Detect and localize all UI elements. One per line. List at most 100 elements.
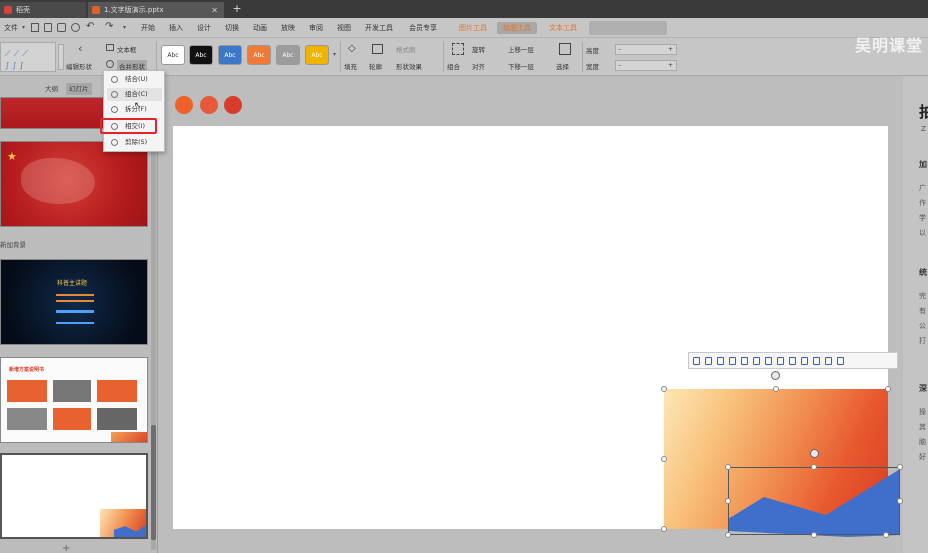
resize-handle[interactable] [725, 532, 731, 538]
rotate-handle[interactable] [771, 371, 780, 380]
thumb-line [56, 310, 94, 313]
menu-review[interactable]: 审阅 [307, 22, 325, 34]
close-icon[interactable]: ✕ [211, 6, 218, 15]
style-swatch-1[interactable]: Abc [161, 45, 185, 65]
menu-slideshow[interactable]: 放映 [279, 22, 297, 34]
align-left-icon[interactable] [693, 356, 700, 365]
separator [443, 42, 444, 72]
resize-handle[interactable] [811, 532, 817, 538]
menu-item-union[interactable]: 结合(U) [107, 73, 162, 86]
save-icon[interactable] [31, 23, 39, 32]
textbox-icon [106, 44, 114, 51]
distribute-vertical-icon[interactable] [777, 356, 784, 365]
menu-member[interactable]: 会员专享 [407, 22, 439, 34]
align-center-icon[interactable] [705, 356, 712, 365]
menu-item-subtract[interactable]: 剪除(S) [107, 136, 162, 149]
rotate-button[interactable]: 旋转 [472, 44, 485, 54]
add-tab-button[interactable]: + [230, 2, 244, 16]
resize-handle[interactable] [811, 464, 817, 470]
tab-slides[interactable]: 幻灯片 [66, 83, 92, 95]
pane-line: 公 [919, 322, 926, 330]
accent-dot-1 [175, 96, 193, 114]
resize-handle[interactable] [897, 498, 903, 504]
resize-handle[interactable] [773, 386, 779, 392]
chevron-down-icon[interactable]: ▾ [333, 51, 336, 58]
rotate-handle[interactable] [810, 449, 819, 458]
tab-pptx-file[interactable]: 1.文字版演示.pptx ✕ [88, 2, 224, 18]
style-swatch-3[interactable]: Abc [218, 45, 242, 65]
fill-button[interactable]: 填充 [344, 61, 357, 71]
width-input[interactable]: – + [615, 60, 677, 71]
resize-handle[interactable] [883, 532, 889, 538]
menu-insert[interactable]: 插入 [167, 22, 185, 34]
undo-icon[interactable]: ↶ [86, 21, 94, 32]
tab-outline[interactable]: 大纲 [42, 83, 61, 95]
export-icon[interactable] [44, 23, 52, 32]
align-right-icon[interactable] [717, 356, 724, 365]
menu-view[interactable]: 视图 [335, 22, 353, 34]
align-button[interactable]: 对齐 [472, 61, 485, 71]
height-input[interactable]: – + [615, 44, 677, 55]
group-button[interactable]: 组合 [447, 61, 460, 71]
resize-handle[interactable] [725, 464, 731, 470]
style-swatch-6[interactable]: Abc [305, 45, 329, 65]
equal-width-icon[interactable] [801, 356, 808, 365]
chevron-down-icon[interactable]: ▾ [123, 24, 126, 31]
align-bottom-icon[interactable] [753, 356, 760, 365]
pin-icon[interactable] [825, 356, 832, 365]
align-slide-icon[interactable] [789, 356, 796, 365]
edit-shape-button[interactable]: 编辑形状 [66, 61, 92, 71]
menu-animation[interactable]: 动画 [251, 22, 269, 34]
scrollbar-thumb[interactable] [151, 425, 156, 540]
ppt-icon [92, 6, 100, 14]
print-icon[interactable] [57, 23, 66, 32]
search-box[interactable] [589, 21, 667, 35]
more-icon[interactable] [837, 356, 844, 365]
bring-forward-button[interactable]: 上移一层 [508, 44, 534, 54]
width-label: 宽度 [586, 63, 599, 71]
menu-home[interactable]: 开始 [139, 22, 157, 34]
menu-design[interactable]: 设计 [195, 22, 213, 34]
format-painter-button[interactable]: 格式刷 [396, 44, 416, 54]
resize-handle[interactable] [661, 526, 667, 532]
tab-drawing-tools[interactable]: 绘图工具 [497, 22, 537, 34]
pane-line: 广 [919, 184, 926, 192]
gallery-scroll[interactable] [58, 44, 64, 70]
menu-file[interactable]: 文件 [2, 22, 20, 34]
align-middle-icon[interactable] [741, 356, 748, 365]
slide-thumbnail-3[interactable]: 科普主讲题 [0, 259, 148, 345]
align-top-icon[interactable] [729, 356, 736, 365]
select-button[interactable]: 选择 [556, 61, 569, 71]
tab-text-tools[interactable]: 文本工具 [547, 22, 579, 34]
slide-thumbnail-4[interactable]: 新增方案说明书 [0, 357, 148, 443]
menu-transition[interactable]: 切换 [223, 22, 241, 34]
menu-developer[interactable]: 开发工具 [363, 22, 395, 34]
swatch-label: Abc [224, 52, 236, 59]
style-swatch-2[interactable]: Abc [189, 45, 213, 65]
outline-button[interactable]: 轮廓 [369, 61, 382, 71]
style-swatch-4[interactable]: Abc [247, 45, 271, 65]
add-slide-icon[interactable]: + [62, 543, 70, 553]
resize-handle[interactable] [661, 456, 667, 462]
slide-thumbnail-5-selected[interactable] [0, 453, 148, 539]
resize-handle[interactable] [725, 498, 731, 504]
thumb-corner [111, 432, 147, 442]
resize-handle[interactable] [885, 386, 891, 392]
tab-picture-tools[interactable]: 图片工具 [457, 22, 489, 34]
style-swatch-5[interactable]: Abc [276, 45, 300, 65]
textbox-button[interactable]: 文本框 [117, 44, 137, 54]
combine-icon [111, 91, 118, 98]
tab-docer[interactable]: 稻壳 [0, 2, 86, 18]
redo-icon[interactable]: ↷ [105, 21, 113, 32]
resize-handle[interactable] [661, 386, 667, 392]
menu-item-combine[interactable]: 组合(C) [107, 88, 162, 101]
shape-effect-button[interactable]: 形状效果 [396, 61, 422, 71]
preview-icon[interactable] [71, 23, 80, 32]
distribute-horizontal-icon[interactable] [765, 356, 772, 365]
slide-thumbnail-2[interactable]: ★ [0, 141, 148, 227]
equal-height-icon[interactable] [813, 356, 820, 365]
resize-handle[interactable] [897, 464, 903, 470]
chevron-down-icon[interactable]: ▾ [22, 24, 25, 31]
shape-gallery[interactable]: ⟋⟋⟋ ∫∫∫ [0, 42, 56, 72]
send-backward-button[interactable]: 下移一层 [508, 61, 534, 71]
